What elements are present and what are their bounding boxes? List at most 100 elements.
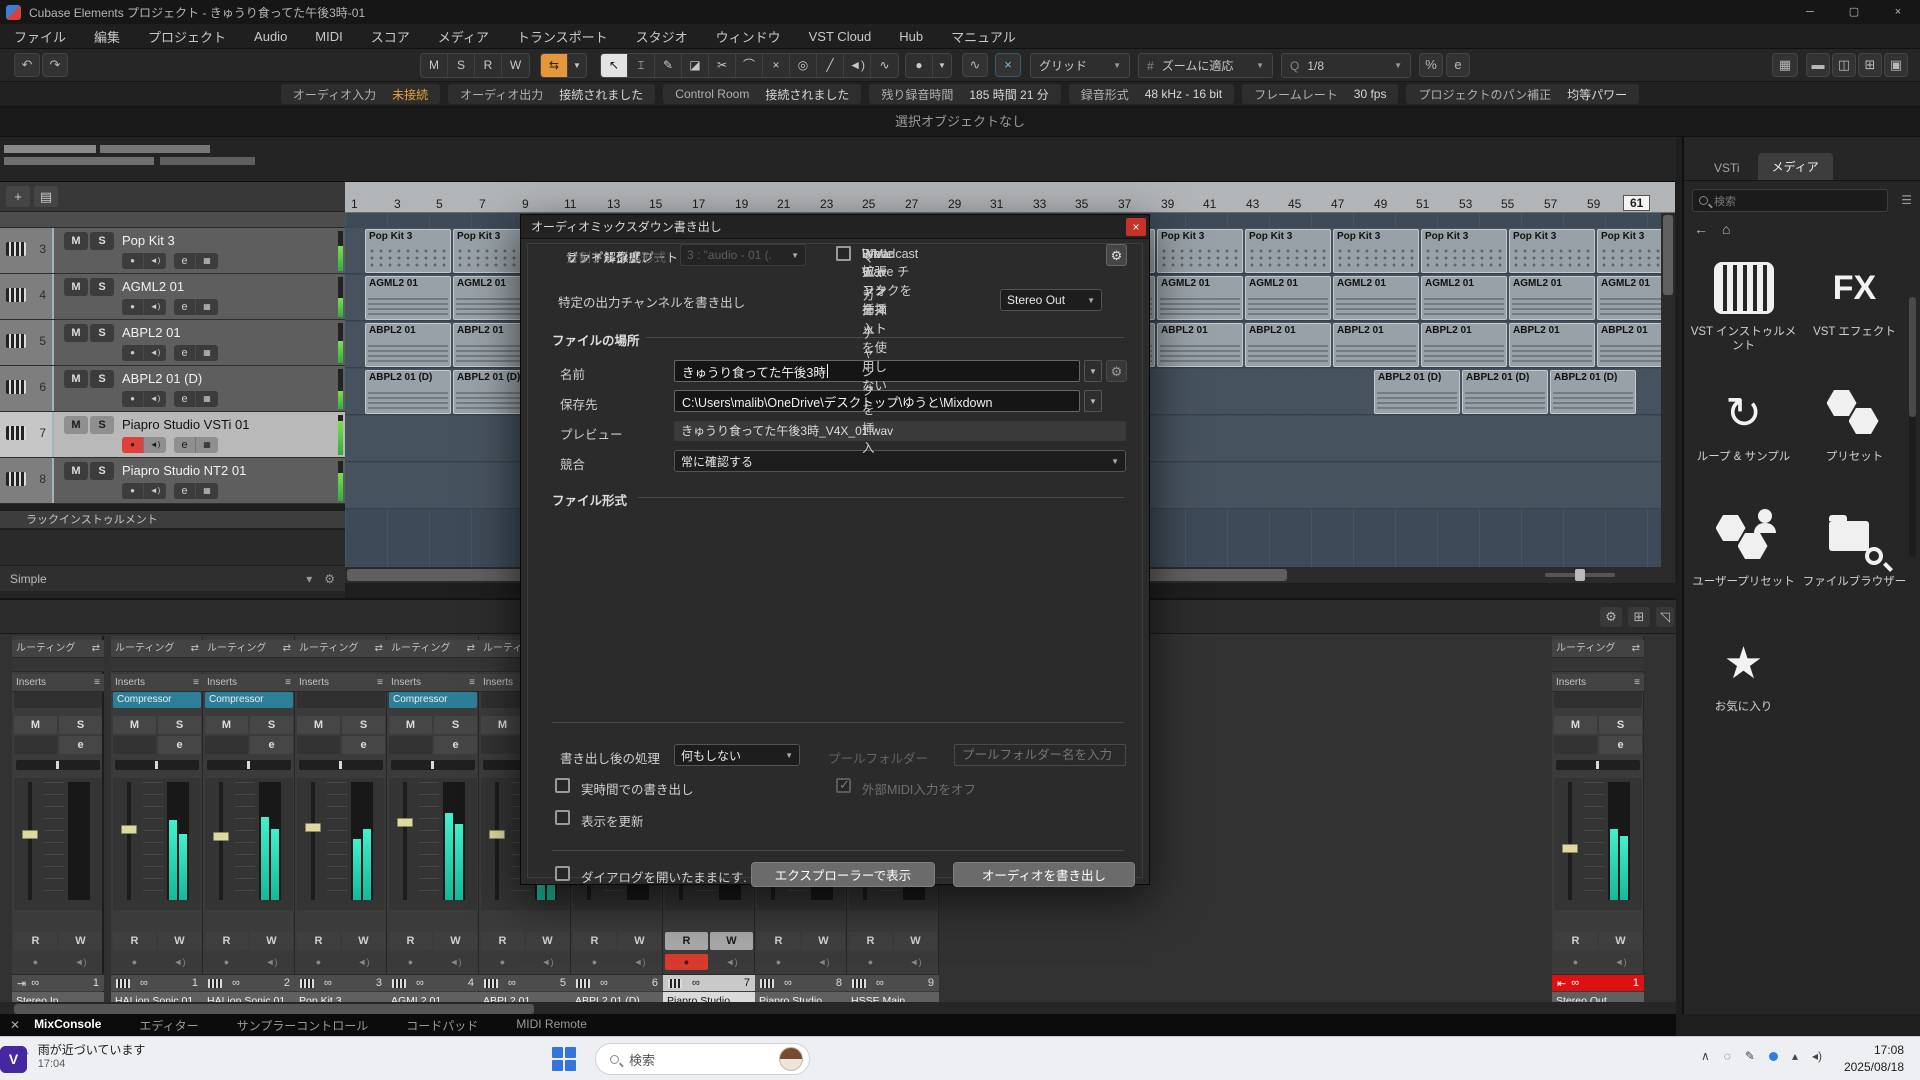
maximize-button[interactable]: ▢: [1832, 0, 1876, 24]
track-row[interactable]: 3 M S Pop Kit 3 ● ◄) e ▦: [0, 228, 345, 274]
media-tile[interactable]: ファイルブラウザー: [1799, 507, 1910, 632]
inserts-header[interactable]: Inserts≡: [387, 674, 479, 692]
write-automation-button[interactable]: W: [526, 932, 569, 950]
channel-record-button[interactable]: ●: [389, 954, 432, 970]
track-row[interactable]: 8 M S Piapro Studio NT2 01 ● ◄) e ▦: [0, 458, 345, 504]
channel-solo-button[interactable]: S: [434, 716, 477, 734]
auto-scroll-button[interactable]: ⇆: [541, 54, 568, 77]
read-automation-button[interactable]: R: [1554, 932, 1597, 950]
write-automation-button[interactable]: W: [434, 932, 477, 950]
name-options-caret[interactable]: ▼: [1084, 360, 1102, 382]
taskbar-weather-widget[interactable]: ☂ 雨が近づいています 17:04: [10, 1041, 145, 1070]
snap-toggle[interactable]: ×: [995, 53, 1021, 77]
pool-folder-input[interactable]: [954, 744, 1126, 766]
fader-track[interactable]: [219, 782, 223, 900]
mixer-channel[interactable]: ルーティング⇄ Inserts≡ M S e: [12, 636, 104, 1000]
pan-control[interactable]: [207, 760, 291, 770]
tool-button[interactable]: ⌶: [628, 54, 655, 77]
preset-caret-icon[interactable]: ▾: [306, 566, 312, 592]
taskbar-clock[interactable]: 17:08 2025/08/18: [1844, 1042, 1904, 1076]
read-automation-button[interactable]: R: [205, 932, 248, 950]
audio-event-clip[interactable]: ABPL2 01: [1421, 323, 1507, 367]
media-search-box[interactable]: 検索: [1692, 189, 1888, 212]
channel-record-button[interactable]: ●: [573, 954, 616, 970]
track-mute-button[interactable]: M: [64, 370, 88, 388]
redo-button[interactable]: ↷: [42, 53, 68, 77]
write-automation-button[interactable]: W: [250, 932, 293, 950]
lower-zone-tab[interactable]: MIDI Remote: [516, 1017, 587, 1034]
channel-monitor-button[interactable]: ◄): [894, 954, 937, 970]
instrument-editor-button[interactable]: ▦: [196, 253, 218, 269]
rack-instruments-row[interactable]: ラックインストゥルメント: [0, 511, 345, 529]
audio-event-clip[interactable]: AGML2 01: [365, 276, 451, 320]
audio-event-clip[interactable]: ABPL2 01: [365, 323, 451, 367]
fader-cap[interactable]: [305, 823, 321, 832]
automation-curve-button[interactable]: ∿: [962, 53, 988, 77]
channel-edit-button[interactable]: e: [1599, 736, 1642, 754]
audio-event-clip[interactable]: ABPL2 01 (D): [1550, 370, 1636, 414]
audio-event-clip[interactable]: Pop Kit 3: [1421, 229, 1507, 273]
taskbar-search-box[interactable]: 検索: [595, 1043, 810, 1075]
menu-item[interactable]: Audio: [240, 29, 301, 44]
mixer-output-channel[interactable]: ルーティング⇄ Inserts≡ M S e: [1552, 636, 1644, 1000]
channel-edit-button[interactable]: e: [158, 736, 201, 754]
routing-slot[interactable]: [1552, 658, 1644, 672]
grid-type-dropdown[interactable]: グリッド▼: [1030, 53, 1130, 78]
write-automation-button[interactable]: W: [1599, 932, 1642, 950]
name-settings-gear-icon[interactable]: ⚙: [1106, 360, 1127, 382]
inserts-header[interactable]: Inserts≡: [203, 674, 295, 692]
msrw-button[interactable]: M: [421, 54, 448, 77]
audio-event-clip[interactable]: ABPL2 01 (D): [365, 370, 451, 414]
external-midi-off-checkbox[interactable]: [836, 778, 851, 793]
status-item[interactable]: オーディオ入力 未接続: [281, 84, 440, 104]
lower-zone-tab[interactable]: エディター: [139, 1017, 198, 1034]
iterative-quantize-button[interactable]: e: [1446, 53, 1470, 77]
audio-event-clip[interactable]: AGML2 01: [1421, 276, 1507, 320]
volume-icon[interactable]: ◂): [1812, 1049, 1822, 1063]
channel-solo-button[interactable]: S: [158, 716, 201, 734]
inserts-header[interactable]: Inserts≡: [1552, 674, 1644, 692]
fader-track[interactable]: [403, 782, 407, 900]
record-enable-button[interactable]: ●: [122, 253, 144, 269]
status-item[interactable]: プロジェクトのパン補正 均等パワー: [1406, 84, 1639, 104]
mic-icon[interactable]: ◌: [1724, 1049, 1731, 1063]
track-name[interactable]: Piapro Studio VSTi 01: [122, 417, 249, 432]
track-mute-button[interactable]: M: [64, 232, 88, 250]
media-tile[interactable]: ↻ ループ & サンプル: [1688, 382, 1799, 507]
write-automation-button[interactable]: W: [158, 932, 201, 950]
pan-control[interactable]: [391, 760, 475, 770]
channel-solo-button[interactable]: S: [342, 716, 385, 734]
channel-number-row[interactable]: ∞ 1: [111, 974, 203, 991]
swing-button[interactable]: %: [1419, 53, 1443, 77]
record-enable-button[interactable]: ●: [122, 345, 144, 361]
monitor-button[interactable]: ◄): [144, 483, 166, 499]
format-dropdown[interactable]: 3 : "audio - 01 (.▼: [680, 244, 806, 266]
track-row[interactable]: 4 M S AGML2 01 ● ◄) e ▦: [0, 274, 345, 320]
audio-event-clip[interactable]: Pop Kit 3: [1245, 229, 1331, 273]
routing-slot[interactable]: [387, 658, 479, 672]
write-automation-button[interactable]: W: [618, 932, 661, 950]
list-view-icon[interactable]: ☰: [1901, 193, 1912, 207]
taskbar-app-icon[interactable]: V: [0, 1046, 27, 1073]
channel-record-button[interactable]: ●: [665, 954, 708, 970]
record-enable-button[interactable]: ●: [122, 299, 144, 315]
channel-record-button[interactable]: ●: [1554, 954, 1597, 970]
quantize-value-dropdown[interactable]: Q 1/8▼: [1281, 53, 1411, 78]
fader-track[interactable]: [311, 782, 315, 900]
track-name[interactable]: ABPL2 01 (D): [122, 371, 202, 386]
menu-item[interactable]: スタジオ: [622, 27, 702, 46]
track-name[interactable]: Pop Kit 3: [122, 233, 175, 248]
audio-event-clip[interactable]: ABPL2 01: [1157, 323, 1243, 367]
fader-cap[interactable]: [1562, 844, 1578, 853]
tray-chevron-icon[interactable]: ∧: [1701, 1049, 1710, 1063]
media-tile[interactable]: プリセット: [1799, 382, 1910, 507]
read-automation-button[interactable]: R: [573, 932, 616, 950]
channel-solo-button[interactable]: S: [250, 716, 293, 734]
routing-slot[interactable]: [111, 658, 203, 672]
status-item[interactable]: 録音形式 48 kHz - 16 bit: [1069, 84, 1234, 104]
track-mute-button[interactable]: M: [64, 462, 88, 480]
channel-edit-button[interactable]: e: [434, 736, 477, 754]
audio-event-clip[interactable]: AGML2 01: [1245, 276, 1331, 320]
window-layout-button-4[interactable]: ▣: [1884, 53, 1908, 77]
insert-slot[interactable]: Compressor: [205, 692, 293, 708]
